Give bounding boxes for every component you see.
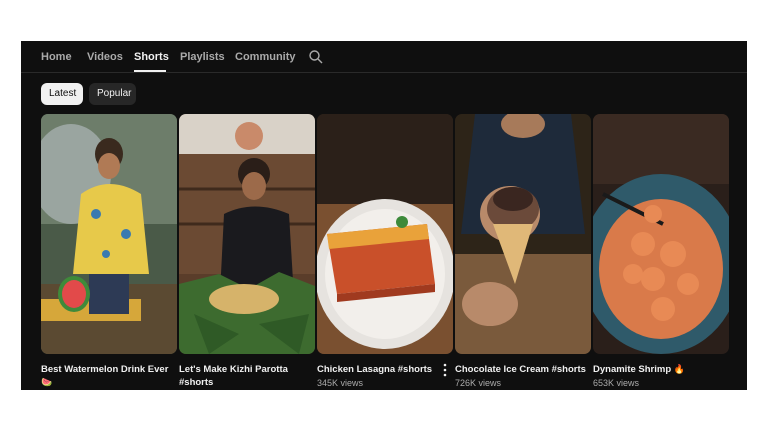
- channel-tab-bar: Home Videos Shorts Playlists Community: [21, 41, 747, 73]
- short-views: 345K views: [317, 378, 364, 388]
- thumbnail-chocolate-ice-cream-image: [455, 114, 591, 354]
- short-thumbnail[interactable]: [179, 114, 315, 354]
- tab-playlists[interactable]: Playlists: [180, 51, 225, 63]
- thumbnail-watermelon-image: [41, 114, 177, 354]
- short-thumbnail[interactable]: [317, 114, 453, 354]
- tab-videos[interactable]: Videos: [87, 51, 123, 63]
- fire-emoji: 🔥: [673, 364, 685, 374]
- short-title[interactable]: Dynamite Shrimp: [593, 364, 671, 375]
- thumbnail-dynamite-shrimp-image: [593, 114, 729, 354]
- short-card[interactable]: Let's Make Kizhi Parotta #shorts: [179, 114, 315, 390]
- more-vert-icon[interactable]: [442, 363, 448, 377]
- active-tab-indicator: [134, 70, 166, 72]
- shorts-panel: Home Videos Shorts Playlists Community L…: [21, 41, 747, 390]
- short-thumbnail[interactable]: [455, 114, 591, 354]
- short-card[interactable]: Chicken Lasagna #shorts 345K views: [317, 114, 453, 388]
- short-title[interactable]: Let's Make Kizhi Parotta #shorts: [179, 363, 315, 389]
- tab-community[interactable]: Community: [235, 51, 296, 63]
- watermelon-emoji: 🍉: [41, 377, 53, 387]
- short-card[interactable]: Dynamite Shrimp 🔥 653K views: [593, 114, 729, 388]
- search-icon[interactable]: [308, 49, 324, 65]
- chip-popular[interactable]: Popular: [89, 83, 136, 105]
- short-title[interactable]: Chocolate Ice Cream #shorts: [455, 363, 591, 376]
- thumbnail-chicken-lasagna-image: [317, 114, 453, 354]
- chip-latest[interactable]: Latest: [41, 83, 83, 105]
- tab-home[interactable]: Home: [41, 51, 72, 63]
- short-views: 653K views: [593, 378, 640, 388]
- short-title[interactable]: Chicken Lasagna #shorts: [317, 363, 453, 376]
- short-card[interactable]: Chocolate Ice Cream #shorts 726K views: [455, 114, 591, 388]
- tab-shorts[interactable]: Shorts: [134, 51, 169, 63]
- short-card[interactable]: Best Watermelon Drink Ever 🍉: [41, 114, 177, 390]
- short-views: 726K views: [455, 378, 502, 388]
- short-thumbnail[interactable]: [593, 114, 729, 354]
- short-thumbnail[interactable]: [41, 114, 177, 354]
- thumbnail-kizhi-parotta-image: [179, 114, 315, 354]
- short-title[interactable]: Best Watermelon Drink Ever: [41, 364, 168, 375]
